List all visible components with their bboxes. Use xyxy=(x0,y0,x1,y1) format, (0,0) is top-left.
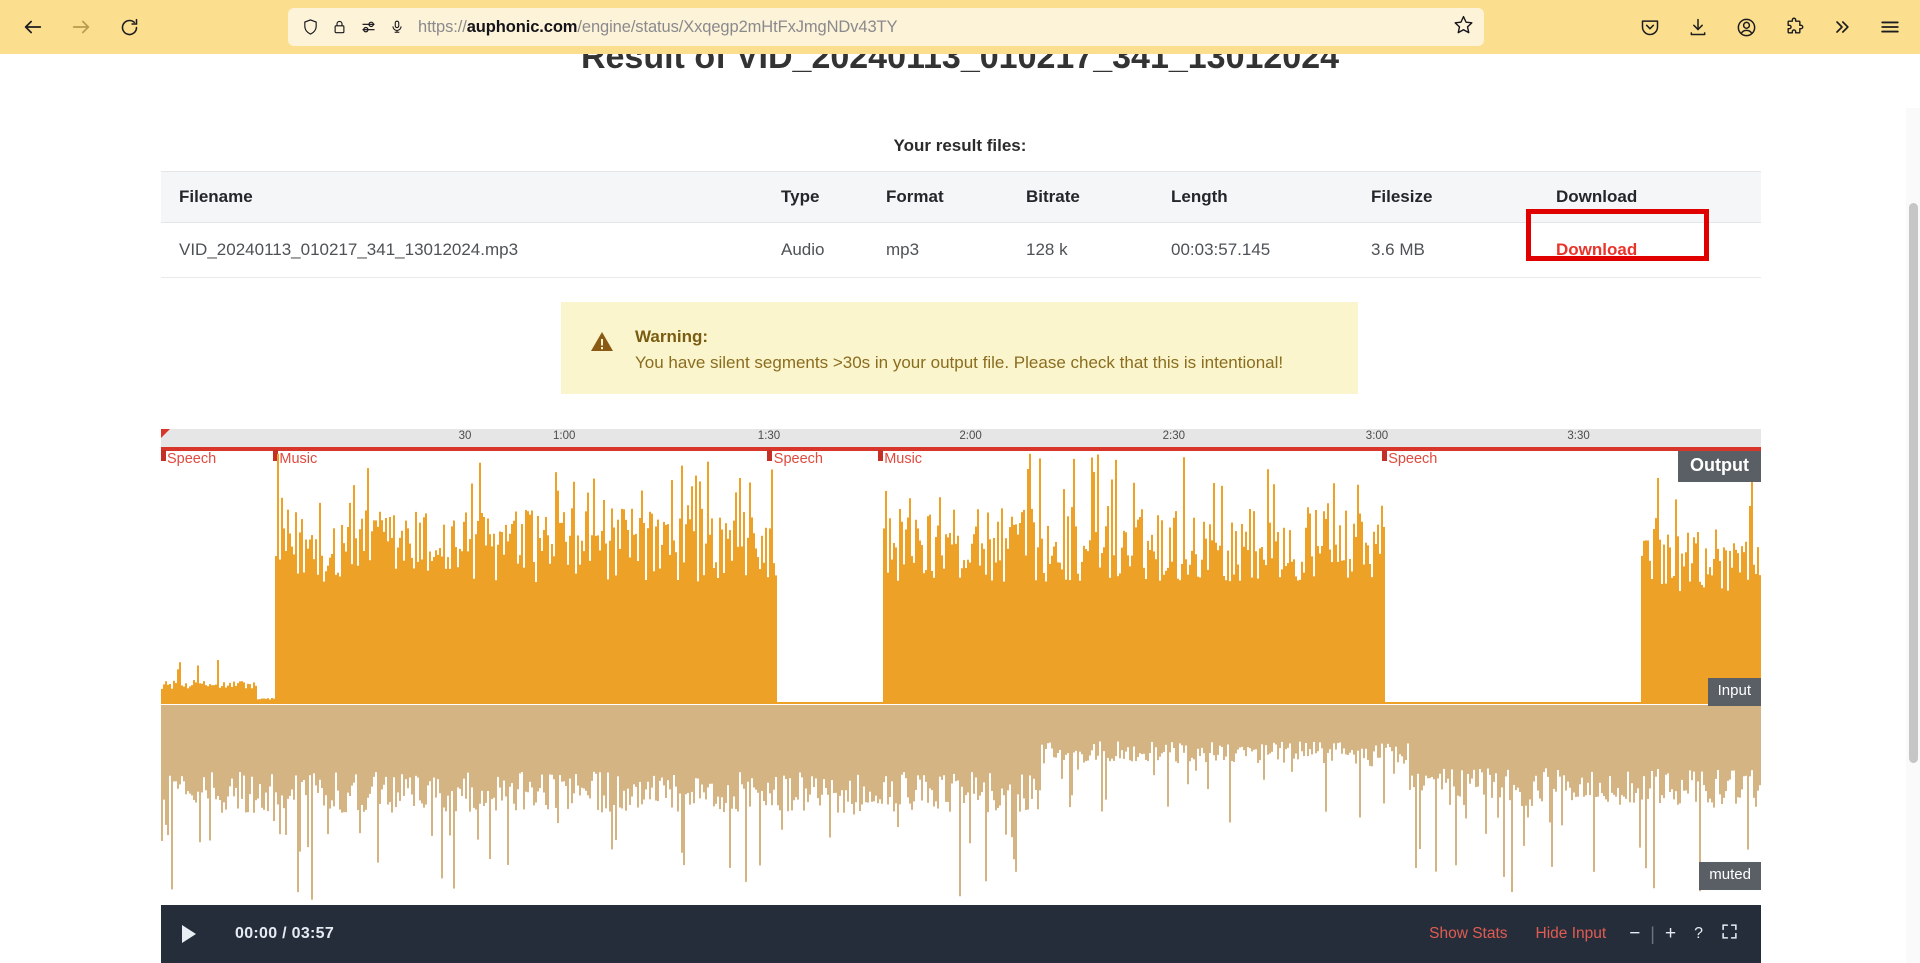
audio-player[interactable]: 30 1:00 1:30 2:00 2:30 3:00 3:30 Speech … xyxy=(161,429,1761,963)
input-waveform[interactable] xyxy=(161,705,1761,905)
fullscreen-button[interactable] xyxy=(1712,923,1747,946)
playhead-marker-icon xyxy=(161,429,170,438)
permissions-icon[interactable] xyxy=(360,19,377,35)
page-scrollbar[interactable] xyxy=(1906,108,1920,963)
table-header: Filename Type Format Bitrate Length File… xyxy=(161,171,1761,223)
browser-toolbar: https://auphonic.com/engine/status/Xxqeg… xyxy=(0,0,1920,54)
forward-arrow-icon xyxy=(70,16,92,38)
url-protocol: https:// xyxy=(418,17,467,36)
column-header-bitrate: Bitrate xyxy=(1026,171,1171,223)
output-badge[interactable]: Output xyxy=(1678,451,1761,482)
muted-badge[interactable]: muted xyxy=(1699,862,1761,890)
pocket-icon[interactable] xyxy=(1630,8,1670,46)
column-header-filesize: Filesize xyxy=(1371,171,1556,223)
ruler-tick: 2:30 xyxy=(1162,430,1185,442)
downloads-icon[interactable] xyxy=(1678,8,1718,46)
controls-divider: | xyxy=(1650,923,1655,944)
cell-filename: VID_20240113_010217_341_13012024.mp3 xyxy=(161,222,781,278)
warning-triangle-icon xyxy=(589,330,615,359)
show-stats-button[interactable]: Show Stats xyxy=(1415,925,1521,943)
player-controls: 00:00 / 03:57 Show Stats Hide Input − | … xyxy=(161,905,1761,963)
result-files-table: Filename Type Format Bitrate Length File… xyxy=(161,171,1761,278)
column-header-format: Format xyxy=(886,171,1026,223)
column-header-filename: Filename xyxy=(161,171,781,223)
output-waveform[interactable] xyxy=(161,451,1761,705)
warning-banner: Warning: You have silent segments >30s i… xyxy=(561,302,1358,394)
bookmark-star-icon[interactable] xyxy=(1453,14,1474,40)
hide-input-button[interactable]: Hide Input xyxy=(1522,925,1621,943)
cell-download: Download xyxy=(1526,209,1761,278)
shield-icon[interactable] xyxy=(302,18,319,36)
extensions-icon[interactable] xyxy=(1774,8,1814,46)
menu-icon[interactable] xyxy=(1870,8,1910,46)
time-display: 00:00 / 03:57 xyxy=(235,925,335,942)
play-icon xyxy=(182,925,196,943)
zoom-in-button[interactable]: + xyxy=(1656,923,1685,945)
urlbar-identity-icons xyxy=(302,18,404,36)
column-header-length: Length xyxy=(1171,171,1371,223)
overflow-icon[interactable] xyxy=(1822,8,1862,46)
reload-icon xyxy=(119,17,140,38)
cell-type: Audio xyxy=(781,222,886,278)
table-header-row: Filename Type Format Bitrate Length File… xyxy=(161,171,1761,223)
download-button[interactable]: Download xyxy=(1556,240,1637,259)
url-bar[interactable]: https://auphonic.com/engine/status/Xxqeg… xyxy=(288,8,1484,46)
cell-bitrate: 128 k xyxy=(1026,222,1171,278)
play-button[interactable] xyxy=(161,905,217,963)
zoom-out-button[interactable]: − xyxy=(1620,923,1649,945)
scrollbar-thumb[interactable] xyxy=(1909,203,1918,763)
page-title: Result of VID_20240113_010217_341_130120… xyxy=(580,54,1340,76)
warning-title: Warning: xyxy=(635,327,709,346)
page-content: Result of VID_20240113_010217_341_130120… xyxy=(0,54,1920,963)
player-controls-right: Show Stats Hide Input − | + ? xyxy=(1415,923,1761,946)
reload-button[interactable] xyxy=(108,6,150,48)
table-row: VID_20240113_010217_341_13012024.mp3 Aud… xyxy=(161,209,1761,278)
ruler-tick: 1:00 xyxy=(552,430,576,442)
url-domain: auphonic.com xyxy=(466,17,578,36)
forward-button[interactable] xyxy=(60,6,102,48)
microphone-icon[interactable] xyxy=(390,18,404,36)
back-arrow-icon xyxy=(22,16,44,38)
cell-format: mp3 xyxy=(886,222,1026,278)
result-files-heading: Your result files: xyxy=(893,136,1027,155)
lock-icon[interactable] xyxy=(332,18,347,36)
ruler-tick: 2:00 xyxy=(959,430,982,442)
ruler-tick: 3:00 xyxy=(1365,430,1389,442)
nav-button-group xyxy=(0,6,150,48)
help-button[interactable]: ? xyxy=(1685,925,1712,943)
account-icon[interactable] xyxy=(1726,8,1766,46)
url-text[interactable]: https://auphonic.com/engine/status/Xxqeg… xyxy=(418,18,1453,37)
table-body: VID_20240113_010217_341_13012024.mp3 Aud… xyxy=(161,209,1761,278)
warning-text-block: Warning: You have silent segments >30s i… xyxy=(635,324,1283,377)
timeline-ruler[interactable]: 30 1:00 1:30 2:00 2:30 3:00 3:30 xyxy=(161,429,1761,447)
back-button[interactable] xyxy=(12,6,54,48)
fullscreen-icon xyxy=(1721,923,1738,946)
column-header-download: Download xyxy=(1556,171,1761,223)
input-badge[interactable]: Input xyxy=(1707,678,1761,706)
cell-filesize: 3.6 MB xyxy=(1371,222,1556,278)
ruler-tick: 1:30 xyxy=(757,430,781,442)
url-path: /engine/status/Xxqegp2mHtFxJmgNDv43TY xyxy=(577,17,898,36)
ruler-tick: 30 xyxy=(458,430,472,442)
browser-toolbar-right xyxy=(1630,8,1910,46)
column-header-type: Type xyxy=(781,171,886,223)
ruler-tick: 3:30 xyxy=(1567,430,1590,442)
cell-length: 00:03:57.145 xyxy=(1171,222,1371,278)
warning-message: You have silent segments >30s in your ou… xyxy=(635,353,1284,373)
